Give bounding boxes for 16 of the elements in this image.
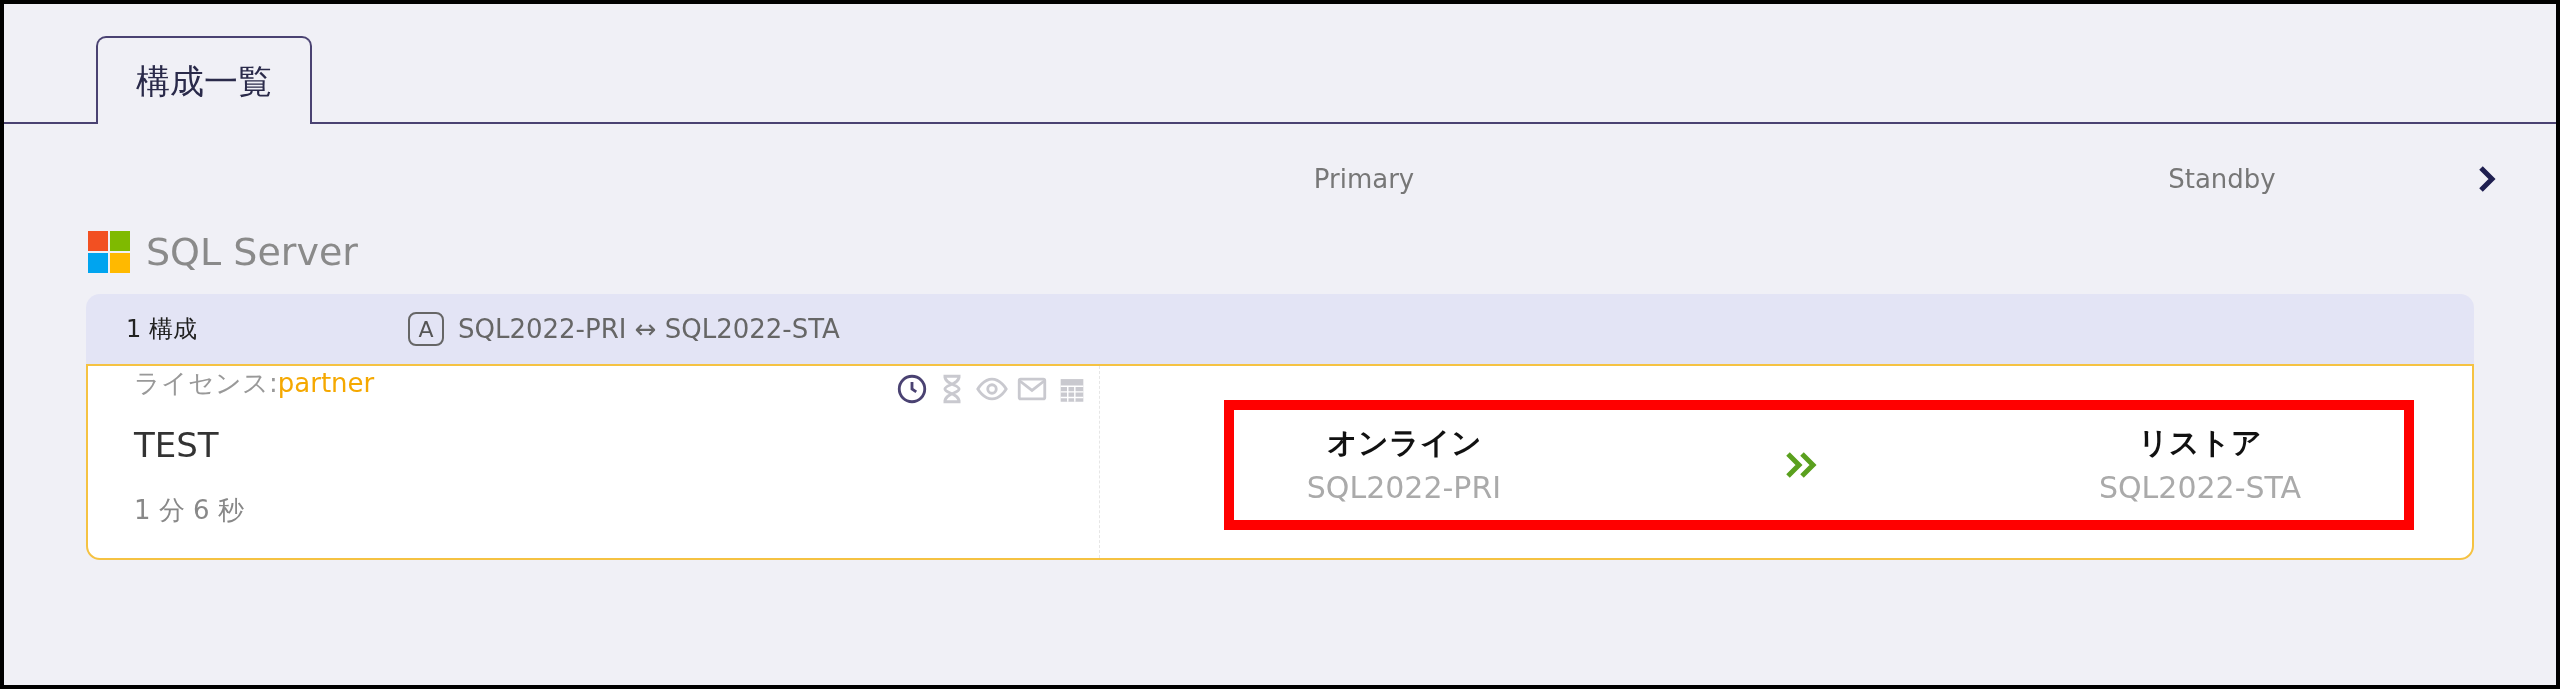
elapsed-time: 1 分 6 秒 xyxy=(134,494,245,527)
mode-badge: A xyxy=(408,312,444,346)
column-header: Standby xyxy=(2167,162,2277,196)
standby-host: SQL2022-STA xyxy=(2098,469,2302,507)
tab[interactable]: 構成一覧 xyxy=(96,36,312,124)
product-name: SQL Server xyxy=(146,228,358,276)
primary-status: オンライン xyxy=(1326,424,1482,462)
primary-host: SQL2022-PRI xyxy=(1306,469,1502,507)
config-name: TEST xyxy=(134,424,220,467)
column-header: Primary xyxy=(1312,162,1416,196)
group-count: 1 構成 xyxy=(126,314,198,345)
pair-label: SQL2022-PRI ↔ SQL2022-STA xyxy=(458,312,840,346)
windows-logo-icon xyxy=(88,231,130,273)
standby-status: リストア xyxy=(2138,424,2262,462)
license-label: ライセンス:partner xyxy=(134,367,375,400)
chevron-right-icon[interactable] xyxy=(2476,164,2498,194)
